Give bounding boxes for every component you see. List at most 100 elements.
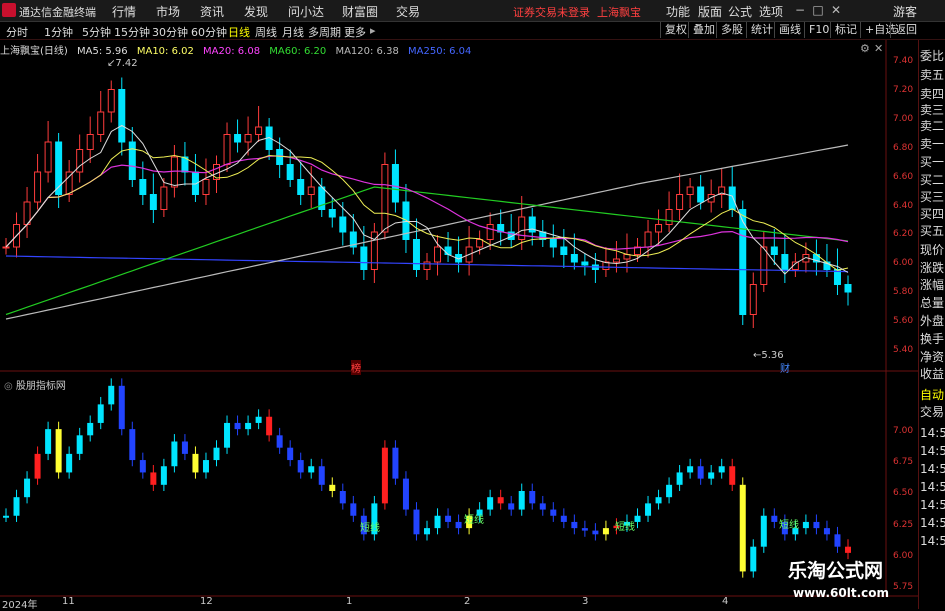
side-sell5[interactable]: 卖五 [920, 66, 944, 83]
side-buy5[interactable]: 买五 [920, 222, 944, 239]
side-weibi[interactable]: 委比 [920, 47, 944, 64]
indicator-bar [602, 528, 609, 535]
indicator-bar [687, 466, 694, 473]
candle-body [65, 171, 73, 195]
side-trade[interactable]: 交易 [920, 403, 944, 420]
candle-body [381, 164, 389, 233]
indicator-bar [266, 416, 273, 436]
ind-tick: 6.25 [893, 520, 914, 530]
candle-body [297, 179, 305, 195]
indicator-bar [739, 484, 746, 572]
date-tick: 1 [346, 596, 353, 607]
side-turnover[interactable]: 换手 [920, 330, 944, 347]
bang-marker[interactable]: 榜 [351, 360, 361, 375]
candle-body [444, 246, 452, 255]
side-buy3[interactable]: 买三 [920, 188, 944, 205]
candle-body [486, 224, 494, 240]
price-tick: 5.60 [893, 316, 914, 326]
time-row: 14:56 [920, 444, 945, 458]
indicator-bar [445, 515, 452, 522]
candle-body [339, 216, 347, 233]
side-outer[interactable]: 外盘 [920, 312, 944, 329]
candle-body [581, 261, 589, 266]
ind-tick: 6.75 [893, 457, 914, 467]
candle-body [686, 186, 694, 195]
date-axis: 2024年 11 12 1 2 3 4 [0, 596, 880, 611]
side-change[interactable]: 涨跌 [920, 259, 944, 276]
side-buy4[interactable]: 买四 [920, 205, 944, 222]
candle-body [170, 156, 178, 188]
price-tick: 5.80 [893, 287, 914, 297]
candle-body [423, 261, 431, 270]
indicator-bar [392, 447, 399, 479]
indicator-bar [497, 497, 504, 504]
indicator-bar [539, 503, 546, 510]
candle-body [749, 284, 757, 315]
indicator-bar [97, 404, 104, 423]
ind-tick: 6.50 [893, 488, 914, 498]
time-row: 14:56 [920, 498, 945, 512]
short-line-label: 短线 [360, 523, 380, 534]
candle-body [34, 171, 42, 203]
price-tick: 6.40 [893, 201, 914, 211]
indicator-bar [529, 491, 536, 504]
indicator-bar [276, 435, 283, 448]
indicator-bar [708, 472, 715, 479]
indicator-bar [150, 472, 157, 485]
candle-body [202, 179, 210, 195]
indicator-bar [171, 441, 178, 467]
date-tick: 2 [464, 596, 471, 607]
indicator-bar [402, 478, 409, 510]
side-auto[interactable]: 自动 [920, 386, 944, 403]
indicator-bar [434, 515, 441, 529]
indicator-bar [655, 497, 662, 504]
time-row: 14:56 [920, 462, 945, 476]
candle-body [570, 254, 578, 263]
side-pct[interactable]: 涨幅 [920, 276, 944, 293]
price-tick: 7.00 [893, 114, 914, 124]
indicator-bar [13, 497, 20, 516]
indicator-bar [834, 534, 841, 547]
candle-body [86, 134, 94, 150]
candle-body [328, 209, 336, 218]
indicator-bar [813, 521, 820, 529]
time-row: 14:56 [920, 480, 945, 494]
indicator-bar [697, 466, 704, 479]
indicator-bar [571, 521, 578, 529]
candle-body [139, 179, 147, 195]
indicator-bar [129, 429, 136, 461]
side-buy2[interactable]: 买二 [920, 171, 944, 188]
price-tick: 6.20 [893, 229, 914, 239]
indicator-bar [202, 460, 209, 473]
indicator-bar [560, 515, 567, 522]
side-sell2[interactable]: 卖二 [920, 117, 944, 134]
side-sell3[interactable]: 卖三 [920, 101, 944, 118]
indicator-bar [297, 460, 304, 473]
indicator-bar [255, 416, 262, 423]
side-price[interactable]: 现价 [920, 241, 944, 258]
indicator-bar [287, 447, 294, 461]
indicator-bar [823, 528, 830, 535]
indicator-bar [308, 466, 315, 473]
indicator-bar [760, 515, 767, 547]
candle-body [560, 246, 568, 255]
side-netasset[interactable]: 净资 [920, 348, 944, 365]
side-sell1[interactable]: 卖一 [920, 135, 944, 152]
candle-body [612, 258, 620, 263]
candle-body [434, 246, 442, 263]
time-row: 14:56 [920, 534, 945, 548]
candle-body [128, 141, 136, 180]
indicator-bar [666, 484, 673, 498]
side-sell4[interactable]: 卖四 [920, 85, 944, 102]
candle-body [118, 89, 126, 143]
side-earnings[interactable]: 收益 [920, 365, 944, 382]
indicator-bar [213, 447, 220, 461]
cai-marker[interactable]: 财 [780, 360, 790, 375]
indicator-bar [245, 422, 252, 430]
short-line-label: 短线 [779, 520, 799, 531]
candle-body [676, 194, 684, 210]
price-tick: 7.20 [893, 85, 914, 95]
side-volume[interactable]: 总量 [920, 294, 944, 311]
side-buy1[interactable]: 买一 [920, 153, 944, 170]
indicator-bar [487, 497, 494, 510]
